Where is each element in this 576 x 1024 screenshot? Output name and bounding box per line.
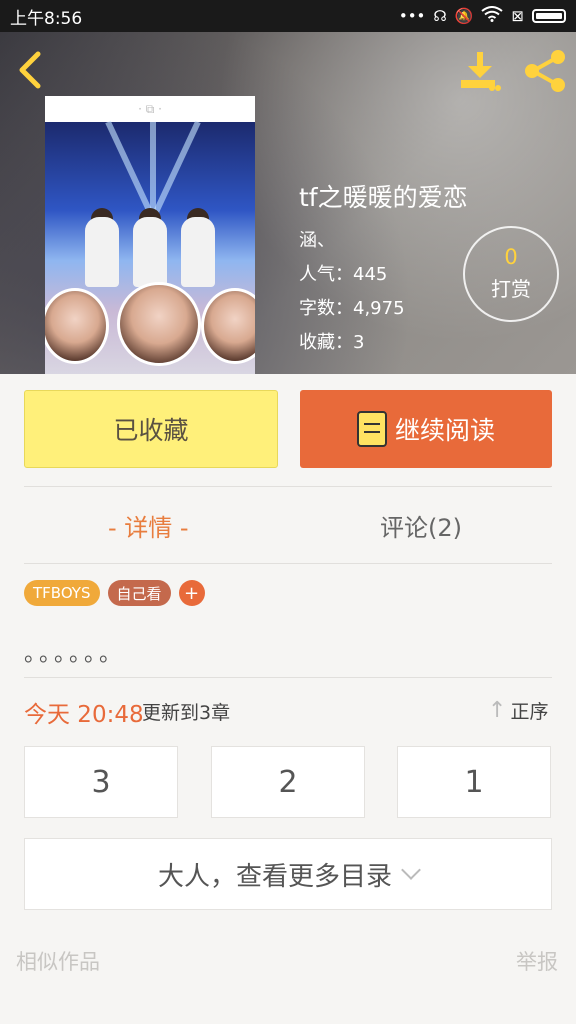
- chevron-left-icon: [19, 51, 41, 89]
- meta-word-count: 字数4,975: [299, 294, 405, 320]
- divider: [24, 563, 552, 564]
- portrait-circle: [201, 288, 255, 364]
- tab-comments[interactable]: 评论(2): [380, 508, 462, 544]
- chevron-down-icon: [401, 860, 421, 880]
- meta-key: 字数: [299, 298, 353, 319]
- more-dots-icon: •••: [398, 7, 426, 25]
- download-icon: [461, 52, 501, 91]
- more-catalog-button[interactable]: 大人，查看更多目录: [24, 838, 552, 910]
- sort-label: 正序: [510, 701, 549, 723]
- book-author[interactable]: 涵、: [299, 226, 335, 252]
- book-description: 。。。。。。: [24, 642, 126, 667]
- similar-works-heading: 相似作品: [16, 950, 100, 974]
- figure: [133, 217, 167, 287]
- share-icon: [525, 50, 565, 92]
- book-header: · ⧉ · tf之暖暖的爱恋 涵、 人气445 字数4,975 收藏3 0 打赏: [0, 32, 576, 374]
- meta-value: 445: [353, 264, 388, 285]
- battery-icon: [532, 9, 566, 23]
- wifi-icon: [481, 6, 504, 26]
- continue-reading-label: 继续阅读: [394, 416, 495, 445]
- sim-off-icon: ⊠: [511, 7, 524, 25]
- status-time: 上午8:56: [10, 8, 83, 29]
- collect-label: 已收藏: [113, 416, 189, 445]
- meta-key: 人气: [299, 264, 353, 285]
- reward-button[interactable]: 0 打赏: [463, 226, 559, 322]
- chapter-button[interactable]: 1: [397, 746, 551, 818]
- headphones-icon: ☊: [433, 7, 447, 25]
- arrow-up-icon: ↑: [488, 698, 507, 723]
- download-button[interactable]: [458, 50, 502, 94]
- chapter-button[interactable]: 3: [24, 746, 178, 818]
- report-link[interactable]: 举报: [516, 946, 558, 976]
- divider: [24, 486, 552, 487]
- meta-value: 4,975: [353, 298, 405, 319]
- add-tag-button[interactable]: +: [178, 580, 205, 606]
- tag-self-read[interactable]: 自己看: [107, 580, 171, 606]
- share-button[interactable]: [522, 48, 568, 94]
- continue-reading-button[interactable]: 继续阅读: [300, 390, 552, 468]
- mute-icon: 🔕: [454, 7, 474, 25]
- puzzle-icon: · ⧉ ·: [45, 96, 255, 122]
- meta-key: 收藏: [299, 332, 353, 353]
- tag-list: TFBOYS 自己看 +: [24, 580, 205, 606]
- more-catalog-label: 大人，查看更多目录: [157, 861, 392, 892]
- portrait-circle: [117, 282, 201, 366]
- status-bar: 上午8:56 ••• ☊ 🔕 ⊠: [0, 0, 576, 32]
- book-title: tf之暖暖的爱恋: [299, 183, 468, 212]
- collect-button[interactable]: 已收藏: [24, 390, 278, 468]
- update-time: 今天 20:48: [24, 702, 144, 728]
- update-text: 更新到3章: [142, 702, 231, 724]
- sort-toggle[interactable]: ↑ 正序: [488, 697, 548, 724]
- reward-count: 0: [504, 244, 518, 269]
- cover-image: [45, 120, 255, 374]
- figure: [181, 217, 215, 287]
- tag-tfboys[interactable]: TFBOYS: [24, 580, 100, 606]
- reward-label: 打赏: [491, 277, 531, 302]
- figure: [85, 217, 119, 287]
- meta-popularity: 人气445: [299, 260, 387, 286]
- back-button[interactable]: [14, 50, 50, 90]
- chapter-button[interactable]: 2: [211, 746, 365, 818]
- divider: [24, 677, 552, 678]
- meta-value: 3: [353, 332, 365, 353]
- meta-favorites: 收藏3: [299, 328, 364, 354]
- portrait-circle: [45, 288, 109, 364]
- book-cover[interactable]: · ⧉ ·: [45, 96, 255, 374]
- status-icons: ••• ☊ 🔕 ⊠: [399, 6, 566, 26]
- book-icon: [356, 411, 387, 447]
- tab-detail[interactable]: - 详情 -: [108, 508, 189, 544]
